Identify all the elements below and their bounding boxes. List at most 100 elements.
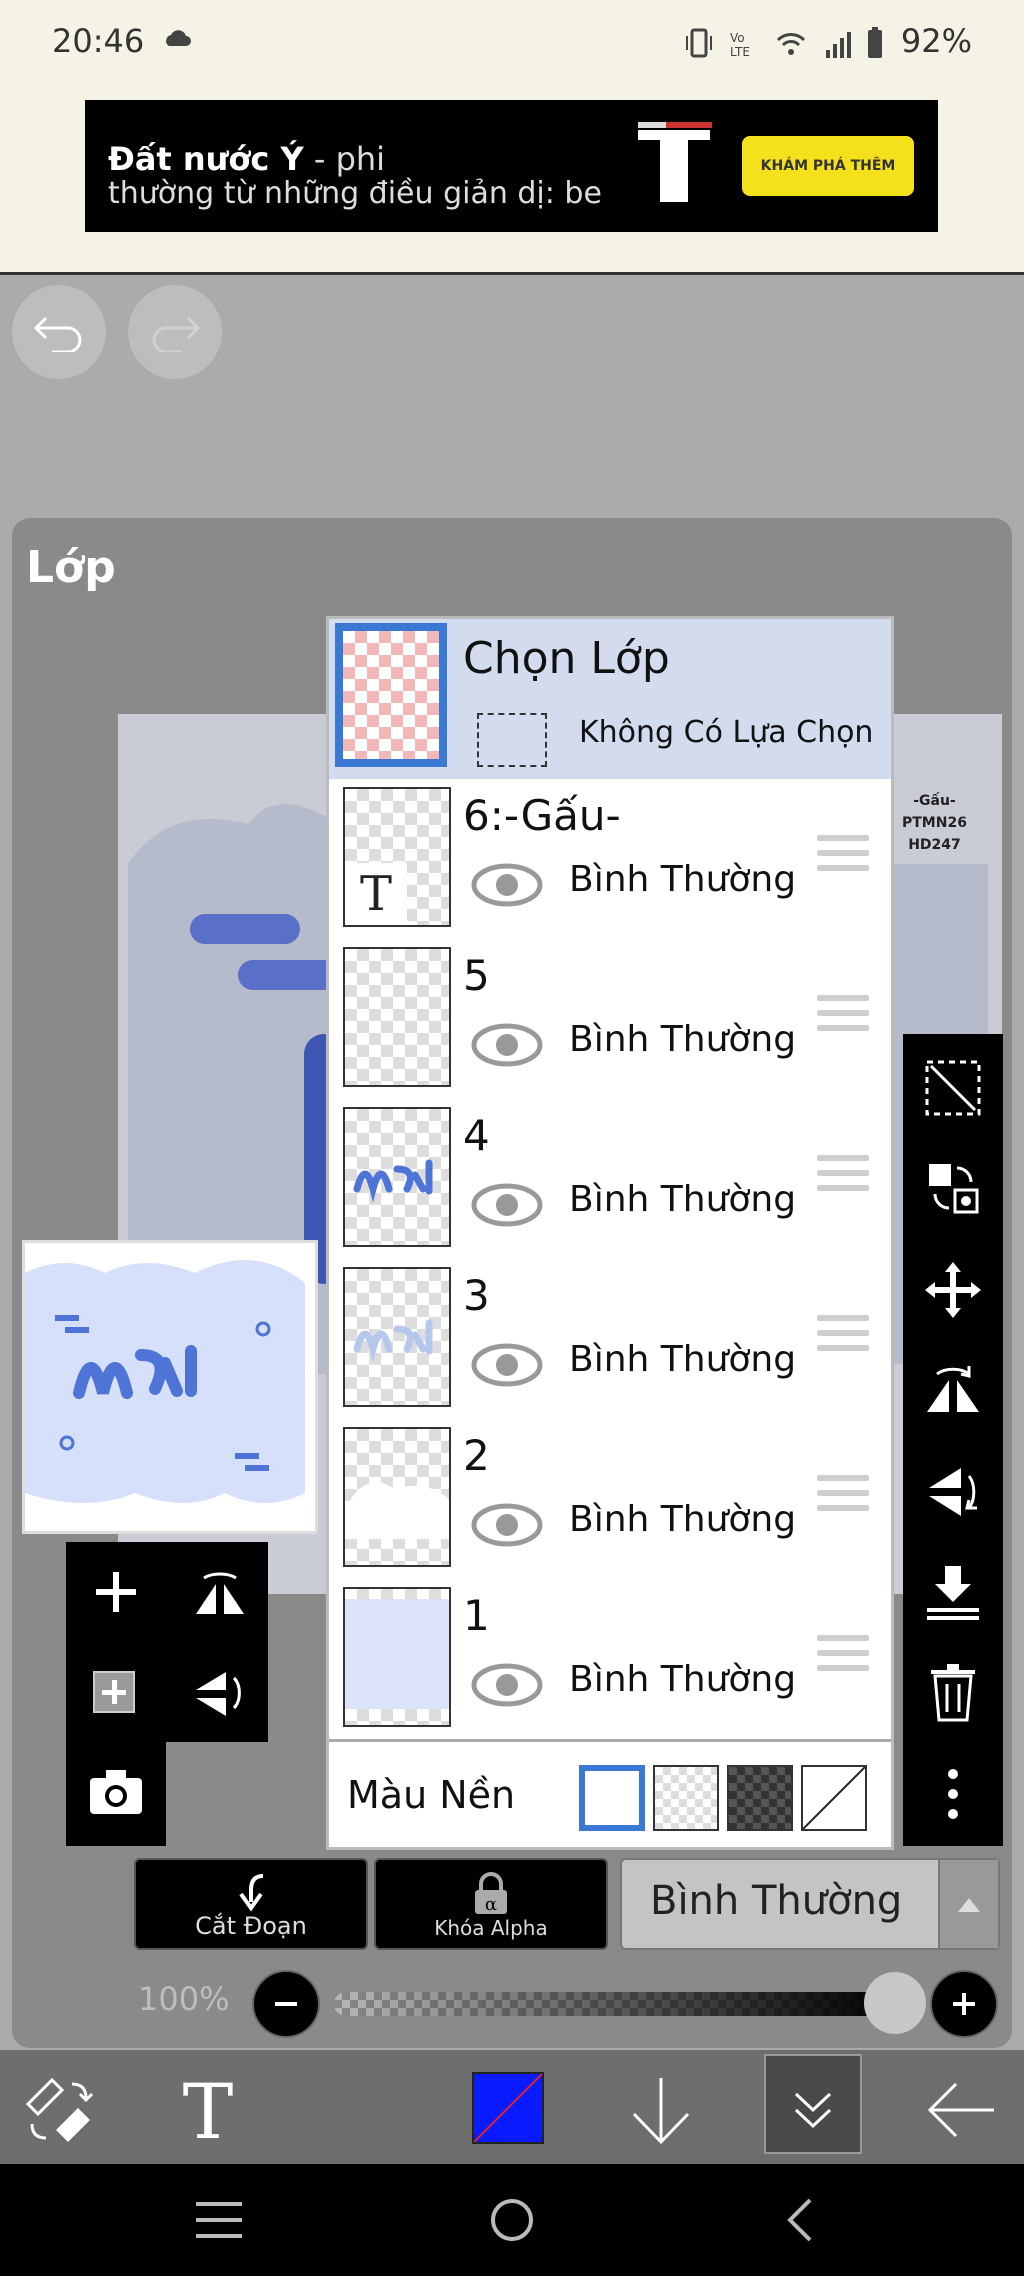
current-color-swatch[interactable]: [472, 2072, 544, 2144]
camera-tool: [66, 1742, 166, 1846]
more-options-icon[interactable]: [923, 1764, 983, 1824]
eye-icon[interactable]: [471, 1183, 543, 1227]
opacity-increase-button[interactable]: [930, 1970, 998, 2038]
panel-title: Lớp: [26, 542, 116, 593]
arrow-down-icon[interactable]: [626, 2074, 696, 2146]
svg-text:T: T: [183, 2074, 234, 2146]
transform-layer-icon[interactable]: [923, 1158, 983, 1218]
layer-thumbnail: [343, 1107, 451, 1247]
canvas-watermark: -Gấu- PTMN26 HD247: [902, 793, 967, 853]
layer-row[interactable]: 2 Bình Thường: [329, 1419, 891, 1582]
layer-name: 4: [463, 1111, 490, 1160]
undo-button[interactable]: [12, 285, 106, 379]
drag-handle-icon[interactable]: [817, 1315, 869, 1359]
nav-back-icon[interactable]: [782, 2196, 818, 2244]
redo-button[interactable]: [128, 285, 222, 379]
flip-vertical-icon[interactable]: [190, 1664, 250, 1724]
trash-icon[interactable]: [923, 1662, 983, 1722]
ad-headline: Đất nước Ý - phi: [108, 140, 386, 178]
flip-horizontal-icon[interactable]: [923, 1360, 983, 1420]
lock-icon: α: [475, 1872, 507, 1915]
ad-logo-icon: [638, 122, 712, 202]
selection-status: Không Có Lựa Chọn: [579, 715, 874, 750]
drag-handle-icon[interactable]: [817, 1475, 869, 1519]
undo-icon: [33, 316, 82, 352]
layer-thumbnail: [343, 947, 451, 1087]
back-arrow-icon[interactable]: [924, 2078, 998, 2142]
ad-subline: thường từ những điều giản dị: be: [108, 176, 602, 211]
status-time: 20:46: [52, 22, 145, 60]
layer-thumbnail: T: [343, 787, 451, 927]
layers-tab[interactable]: [764, 2054, 862, 2154]
blend-mode-select[interactable]: Bình Thường: [620, 1858, 1000, 1950]
flip-vertical-icon[interactable]: [923, 1462, 983, 1522]
status-icons: Vo LTE: [686, 26, 886, 66]
redo-icon: [152, 316, 201, 352]
opacity-slider-thumb[interactable]: [864, 1972, 926, 2034]
layer-select-title: Chọn Lớp: [463, 633, 670, 684]
clipping-label: Cắt Đoạn: [195, 1912, 307, 1940]
battery-percent: 92%: [900, 22, 972, 60]
layer-mode: Bình Thường: [569, 1179, 797, 1220]
move-icon[interactable]: [923, 1260, 983, 1320]
eye-icon[interactable]: [471, 1503, 543, 1547]
clipping-button[interactable]: Cắt Đoạn: [134, 1858, 368, 1950]
preview-tools: [66, 1542, 268, 1742]
canvas-preview: [22, 1240, 318, 1534]
opacity-value: 100%: [138, 1980, 230, 2018]
recent-apps-icon[interactable]: [194, 2198, 244, 2242]
layer-thumbnail: [343, 1267, 451, 1407]
drag-handle-icon[interactable]: [817, 995, 869, 1039]
layer-name: 1: [463, 1591, 490, 1640]
drag-handle-icon[interactable]: [817, 1635, 869, 1679]
eraser-swap-icon[interactable]: [22, 2076, 94, 2144]
camera-icon[interactable]: [88, 1768, 144, 1816]
eye-icon[interactable]: [471, 1343, 543, 1387]
layer-mode: Bình Thường: [569, 859, 797, 900]
layer-name: 3: [463, 1271, 490, 1320]
layer-name: 5: [463, 951, 490, 1000]
svg-text:LTE: LTE: [730, 45, 750, 59]
eye-icon[interactable]: [471, 863, 543, 907]
drag-handle-icon[interactable]: [817, 835, 869, 879]
blend-mode-toggle[interactable]: [938, 1860, 998, 1948]
eye-icon[interactable]: [471, 1023, 543, 1067]
double-chevron-down-icon: [794, 2092, 832, 2129]
merge-down-icon[interactable]: [923, 1562, 983, 1622]
plus-icon: [953, 1993, 975, 2015]
alpha-lock-button[interactable]: α Khóa Alpha: [374, 1858, 608, 1950]
alpha-lock-label: Khóa Alpha: [434, 1916, 548, 1940]
layer-name: 2: [463, 1431, 490, 1480]
text-layer-icon: T: [345, 863, 407, 925]
layer-row[interactable]: 1 Bình Thường: [329, 1579, 891, 1742]
drag-handle-icon[interactable]: [817, 1155, 869, 1199]
layer-row[interactable]: 4 Bình Thường: [329, 1099, 891, 1262]
background-row: Màu Nền: [329, 1749, 891, 1847]
bg-swatch-checker[interactable]: [653, 1765, 719, 1831]
add-layer-icon[interactable]: [90, 1566, 142, 1618]
eye-icon[interactable]: [471, 1663, 543, 1707]
opacity-slider-fill: [334, 1992, 894, 2016]
blend-mode-value: Bình Thường: [650, 1878, 903, 1924]
layer-mode: Bình Thường: [569, 1339, 797, 1380]
home-icon[interactable]: [488, 2196, 536, 2244]
bg-swatch-none[interactable]: [801, 1765, 867, 1831]
duplicate-layer-icon[interactable]: [90, 1668, 142, 1720]
layer-row[interactable]: 5 Bình Thường: [329, 939, 891, 1102]
layer-row[interactable]: 3 Bình Thường: [329, 1259, 891, 1422]
ad-cta-button[interactable]: KHÁM PHÁ THÊM: [742, 136, 914, 196]
selection-icon: [477, 713, 547, 767]
layer-row[interactable]: T 6:-Gấu- Bình Thường: [329, 779, 891, 942]
layer-select-row[interactable]: Chọn Lớp Không Có Lựa Chọn: [329, 619, 891, 782]
bg-swatch-white[interactable]: [579, 1765, 645, 1831]
layer-thumbnail: [343, 1427, 451, 1567]
select-area-icon[interactable]: [923, 1058, 983, 1118]
bg-swatch-dark-checker[interactable]: [727, 1765, 793, 1831]
svg-text:α: α: [485, 1894, 497, 1915]
layer-mode: Bình Thường: [569, 1019, 797, 1060]
layer-tools: [903, 1034, 1003, 1846]
text-tool-icon[interactable]: T: [172, 2074, 244, 2146]
flip-horizontal-icon[interactable]: [190, 1566, 250, 1618]
svg-text:Vo: Vo: [730, 31, 745, 45]
opacity-decrease-button[interactable]: [252, 1970, 320, 2038]
